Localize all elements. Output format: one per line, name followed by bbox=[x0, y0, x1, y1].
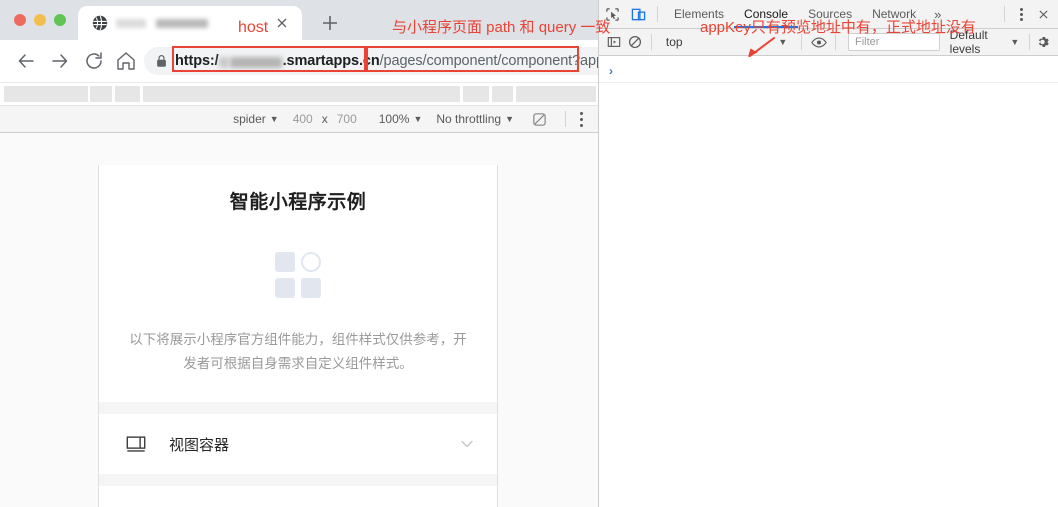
chevron-down-icon: ▼ bbox=[269, 114, 279, 124]
viewport-ruler bbox=[0, 133, 598, 147]
reload-icon[interactable] bbox=[82, 49, 106, 73]
console-filter-placeholder: Filter bbox=[855, 36, 880, 48]
section-gap bbox=[99, 402, 497, 414]
chevron-down-icon: ▼ bbox=[778, 37, 788, 47]
tab-network[interactable]: Network bbox=[862, 0, 926, 28]
home-icon[interactable] bbox=[114, 49, 138, 73]
bookmark-item[interactable] bbox=[516, 86, 596, 102]
close-icon[interactable] bbox=[274, 15, 290, 31]
chevron-down-icon: ▼ bbox=[413, 114, 423, 124]
page-description: 以下将展示小程序官方组件能力，组件样式仅供参考，开发者可根据自身需求自定义组件样… bbox=[129, 332, 467, 371]
device-toolbar: spider ▼ 400 x 700 100% ▼ No throttling … bbox=[0, 106, 598, 133]
tab-strip bbox=[0, 0, 598, 40]
clear-console-icon[interactable] bbox=[624, 28, 645, 56]
new-tab-icon[interactable] bbox=[318, 11, 342, 35]
url-host-suffix: .smartapps.cn bbox=[282, 53, 380, 69]
list-item[interactable]: 基础内容 bbox=[99, 486, 497, 507]
device-selector[interactable]: spider ▼ bbox=[233, 112, 279, 126]
zoom-level: 100% bbox=[378, 112, 410, 126]
view-container-icon bbox=[126, 436, 146, 452]
sidebar-toggle-icon[interactable] bbox=[603, 28, 624, 56]
live-expression-icon[interactable] bbox=[808, 28, 829, 56]
tab-console[interactable]: Console bbox=[734, 0, 798, 28]
globe-icon bbox=[92, 15, 108, 31]
arrow-right-icon[interactable] bbox=[48, 49, 72, 73]
rendered-page: 智能小程序示例 以下将展示小程序官方组件能力，组件样式仅供参考，开发者可根据自身… bbox=[98, 165, 498, 507]
throttling-label: No throttling bbox=[436, 112, 502, 126]
device-toolbar-icon[interactable] bbox=[625, 0, 651, 28]
browser-toolbar: https:/ .smartapps.cn/pages/component/com… bbox=[0, 40, 598, 83]
bookmarks-bar[interactable] bbox=[0, 83, 598, 106]
miniprogram-logo-icon bbox=[275, 252, 321, 298]
kebab-menu-icon[interactable] bbox=[1011, 4, 1031, 24]
arrow-left-icon[interactable] bbox=[14, 49, 38, 73]
bookmark-item[interactable] bbox=[90, 86, 112, 102]
throttling-selector[interactable]: No throttling ▼ bbox=[436, 112, 514, 126]
console-toolbar: top ▼ Filter Default levels ▼ bbox=[599, 28, 1058, 56]
console-output[interactable]: › bbox=[599, 56, 1058, 507]
tab-sources[interactable]: Sources bbox=[798, 0, 862, 28]
window-controls[interactable] bbox=[14, 14, 66, 26]
url-scheme: https:/ bbox=[175, 53, 219, 69]
device-width-input[interactable]: 400 bbox=[293, 112, 313, 126]
browser-window: https:/ .smartapps.cn/pages/component/com… bbox=[0, 0, 598, 507]
chevron-down-icon: ▼ bbox=[505, 114, 514, 124]
screenshot-root: https:/ .smartapps.cn/pages/component/com… bbox=[0, 0, 1058, 507]
url-text: https:/ .smartapps.cn/pages/component/com… bbox=[175, 47, 598, 75]
device-name: spider bbox=[233, 112, 266, 126]
page-title: 智能小程序示例 bbox=[229, 192, 367, 213]
chevron-down-icon: ▼ bbox=[1010, 37, 1020, 47]
close-window-button[interactable] bbox=[14, 14, 26, 26]
console-context-selector[interactable]: top ▼ bbox=[658, 35, 795, 49]
bookmark-item[interactable] bbox=[4, 86, 88, 102]
tab-title-redacted bbox=[116, 19, 208, 28]
console-levels-selector[interactable]: Default levels ▼ bbox=[950, 28, 1020, 56]
address-bar[interactable]: https:/ .smartapps.cn/pages/component/com… bbox=[144, 47, 598, 75]
gear-icon[interactable] bbox=[1036, 34, 1049, 50]
dimension-separator: x bbox=[321, 112, 328, 126]
list-item-label: 视图容器 bbox=[169, 436, 230, 454]
kebab-menu-icon[interactable] bbox=[574, 110, 588, 129]
browser-tab[interactable] bbox=[78, 6, 302, 40]
bookmark-item[interactable] bbox=[115, 86, 140, 102]
rotate-icon[interactable] bbox=[532, 112, 547, 127]
maximize-window-button[interactable] bbox=[54, 14, 66, 26]
device-viewport: 智能小程序示例 以下将展示小程序官方组件能力，组件样式仅供参考，开发者可根据自身… bbox=[0, 133, 598, 507]
bookmark-item[interactable] bbox=[492, 86, 513, 102]
lock-icon bbox=[157, 54, 166, 67]
chevron-down-icon[interactable] bbox=[459, 436, 475, 452]
url-host-redacted-b bbox=[229, 56, 282, 68]
tab-elements[interactable]: Elements bbox=[664, 0, 734, 28]
zoom-selector[interactable]: 100% ▼ bbox=[379, 112, 423, 126]
bookmark-item[interactable] bbox=[143, 86, 460, 102]
devtools-tabbar: Elements Console Sources Network » bbox=[599, 0, 1058, 29]
console-prompt[interactable]: › bbox=[609, 64, 613, 78]
minimize-window-button[interactable] bbox=[34, 14, 46, 26]
console-context-value: top bbox=[665, 35, 683, 49]
section-gap bbox=[99, 474, 497, 486]
console-levels-value: Default levels bbox=[949, 28, 988, 56]
page-header-card: 智能小程序示例 以下将展示小程序官方组件能力，组件样式仅供参考，开发者可根据自身… bbox=[99, 165, 497, 402]
url-host-redacted-a bbox=[218, 56, 229, 68]
url-path: /pages/component/component?appKey: bbox=[379, 53, 598, 69]
device-height-input[interactable]: 700 bbox=[337, 112, 357, 126]
list-item[interactable]: 视图容器 bbox=[99, 414, 497, 474]
bookmark-item[interactable] bbox=[463, 86, 489, 102]
inspect-cursor-icon[interactable] bbox=[599, 0, 625, 28]
devtools-panel: Elements Console Sources Network » top ▼… bbox=[598, 0, 1058, 507]
console-filter-input[interactable]: Filter bbox=[848, 33, 940, 51]
more-tabs-icon[interactable]: » bbox=[926, 7, 949, 22]
close-icon[interactable] bbox=[1031, 4, 1055, 24]
